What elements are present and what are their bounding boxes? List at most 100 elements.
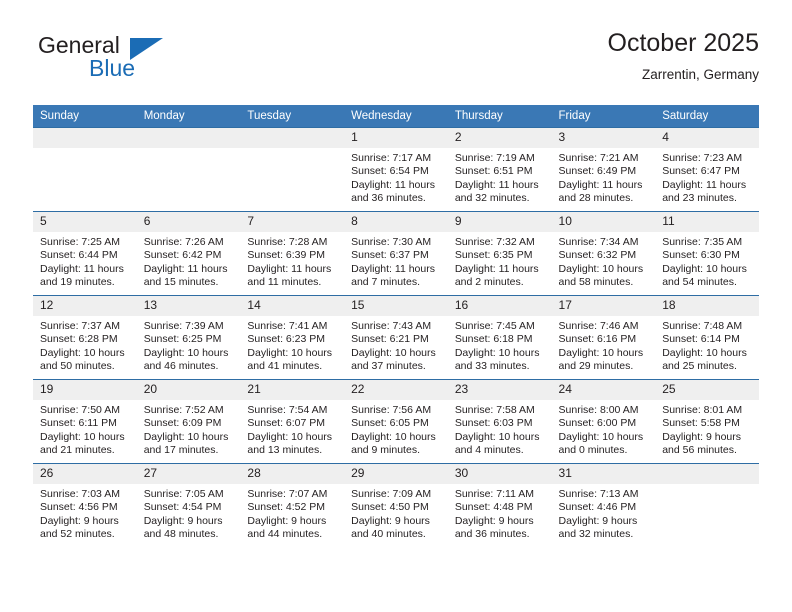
day-sunset-text: Sunset: 6:25 PM [143, 333, 222, 346]
day-daylight-line2-text: and 44 minutes. [247, 528, 323, 541]
day-number: 29 [344, 464, 448, 484]
day-sunset-text: Sunset: 6:16 PM [558, 333, 637, 346]
calendar-day-cell[interactable]: 9 Sunrise: 7:32 AM Sunset: 6:35 PM Daylight… [447, 211, 552, 296]
day-number: 22 [344, 380, 448, 400]
day-daylight-line2-text: and 17 minutes. [143, 444, 219, 457]
day-sunset-text: Sunset: 6:05 PM [351, 417, 429, 430]
day-sunset-text: Sunset: 6:03 PM [454, 417, 533, 430]
calendar-day-cell[interactable]: 31 Sunrise: 7:13 AM Sunset: 4:46 PM Dayligh… [551, 463, 656, 547]
day-daylight-line1-text: Daylight: 10 hours [454, 346, 540, 359]
calendar-day-cell[interactable]: 5 Sunrise: 7:25 AM Sunset: 6:44 PM Daylight… [33, 211, 137, 296]
calendar-day-cell[interactable]: 20 Sunrise: 7:52 AM Sunset: 6:09 PM Dayligh… [136, 379, 241, 464]
day-number: 8 [344, 212, 448, 232]
day-sunset-text: Sunset: 6:42 PM [143, 249, 222, 262]
calendar-day-cell[interactable]: 14 Sunrise: 7:41 AM Sunset: 6:23 PM Dayligh… [240, 295, 345, 380]
day-daylight-line1-text: Daylight: 11 hours [662, 178, 747, 191]
calendar-day-cell[interactable]: 8 Sunrise: 7:30 AM Sunset: 6:37 PM Daylight… [344, 211, 448, 296]
day-daylight-line2-text: and 46 minutes. [143, 360, 219, 373]
calendar-day-cell[interactable]: 17 Sunrise: 7:46 AM Sunset: 6:16 PM Dayligh… [551, 295, 656, 380]
day-number: 31 [551, 464, 656, 484]
day-sunset-text: Sunset: 6:00 PM [558, 417, 637, 430]
title-block: October 2025 Zarrentin, Germany [608, 28, 760, 85]
day-sun-info: Sunrise: 7:41 AM Sunset: 6:23 PM Daylight:… [240, 316, 344, 374]
calendar-day-cell[interactable]: 26 Sunrise: 7:03 AM Sunset: 4:56 PM Dayligh… [33, 463, 137, 547]
weekday-header-thursday: Thursday [447, 105, 552, 128]
calendar-day-cell[interactable]: 4 Sunrise: 7:23 AM Sunset: 6:47 PM Daylight… [655, 127, 759, 212]
calendar-day-cell[interactable]: 13 Sunrise: 7:39 AM Sunset: 6:25 PM Dayligh… [136, 295, 241, 380]
day-daylight-line1-text: Daylight: 9 hours [558, 514, 638, 527]
day-number: 1 [344, 128, 448, 148]
day-sun-info: Sunrise: 7:45 AM Sunset: 6:18 PM Daylight:… [448, 316, 552, 374]
day-number: 9 [447, 212, 552, 232]
day-daylight-line2-text: and 7 minutes. [351, 276, 420, 289]
day-sunrise-text: Sunrise: 7:39 AM [143, 320, 224, 332]
day-sun-info: Sunrise: 7:30 AM Sunset: 6:37 PM Daylight:… [344, 232, 448, 290]
day-sunrise-text: Sunrise: 7:28 AM [247, 236, 328, 248]
day-daylight-line2-text: and 36 minutes. [454, 528, 530, 541]
day-sunset-text: Sunset: 4:46 PM [558, 501, 637, 514]
brand-logo[interactable]: General Blue [33, 28, 263, 94]
calendar-day-cell[interactable]: 22 Sunrise: 7:56 AM Sunset: 6:05 PM Dayligh… [344, 379, 448, 464]
calendar-page: General Blue October 2025 Zarrentin, Ger… [0, 0, 792, 612]
calendar-day-cell[interactable]: 29 Sunrise: 7:09 AM Sunset: 4:50 PM Dayligh… [344, 463, 448, 547]
calendar-day-cell[interactable]: 16 Sunrise: 7:45 AM Sunset: 6:18 PM Dayligh… [447, 295, 552, 380]
day-sunrise-text: Sunrise: 7:09 AM [351, 488, 432, 500]
calendar-day-cell[interactable]: 25 Sunrise: 8:01 AM Sunset: 5:58 PM Dayligh… [655, 379, 759, 464]
day-sunrise-text: Sunrise: 7:17 AM [351, 152, 432, 164]
calendar-day-cell[interactable]: 11 Sunrise: 7:35 AM Sunset: 6:30 PM Dayligh… [655, 211, 759, 296]
day-sun-info: Sunrise: 7:17 AM Sunset: 6:54 PM Daylight:… [344, 148, 448, 206]
calendar-day-cell[interactable]: 2 Sunrise: 7:19 AM Sunset: 6:51 PM Daylight… [447, 127, 552, 212]
day-sunset-text: Sunset: 4:52 PM [247, 501, 326, 514]
day-number: 15 [344, 296, 448, 316]
day-daylight-line2-text: and 40 minutes. [351, 528, 426, 541]
calendar-day-cell[interactable]: 30 Sunrise: 7:11 AM Sunset: 4:48 PM Dayligh… [447, 463, 552, 547]
day-sunrise-text: Sunrise: 7:26 AM [143, 236, 224, 248]
calendar-day-cell[interactable]: 3 Sunrise: 7:21 AM Sunset: 6:49 PM Daylight… [551, 127, 656, 212]
calendar-day-cell[interactable]: 7 Sunrise: 7:28 AM Sunset: 6:39 PM Daylight… [240, 211, 345, 296]
page-subtitle: Zarrentin, Germany [641, 67, 759, 82]
calendar-day-cell[interactable]: 6 Sunrise: 7:26 AM Sunset: 6:42 PM Daylight… [136, 211, 241, 296]
calendar-day-cell[interactable]: 27 Sunrise: 7:05 AM Sunset: 4:54 PM Dayligh… [136, 463, 241, 547]
day-sun-info: Sunrise: 7:05 AM Sunset: 4:54 PM Daylight:… [137, 484, 241, 542]
day-number: 20 [136, 380, 241, 400]
calendar-table: Sunday Monday Tuesday Wednesday Thursday Frid… [33, 105, 759, 547]
day-sun-info: Sunrise: 7:13 AM Sunset: 4:46 PM Daylight:… [552, 484, 656, 542]
day-daylight-line2-text: and 37 minutes. [351, 360, 426, 373]
day-daylight-line2-text: and 21 minutes. [40, 444, 115, 457]
calendar-day-cell[interactable]: 15 Sunrise: 7:43 AM Sunset: 6:21 PM Dayligh… [344, 295, 448, 380]
day-sun-info: Sunrise: 7:26 AM Sunset: 6:42 PM Daylight:… [137, 232, 241, 290]
day-sun-info: Sunrise: 8:00 AM Sunset: 6:00 PM Daylight:… [552, 400, 656, 458]
calendar-day-cell[interactable]: 23 Sunrise: 7:58 AM Sunset: 6:03 PM Dayligh… [447, 379, 552, 464]
calendar-day-cell[interactable]: 24 Sunrise: 8:00 AM Sunset: 6:00 PM Dayligh… [551, 379, 656, 464]
day-sun-info: Sunrise: 7:54 AM Sunset: 6:07 PM Daylight:… [240, 400, 344, 458]
calendar-day-cell[interactable]: 10 Sunrise: 7:34 AM Sunset: 6:32 PM Dayligh… [551, 211, 656, 296]
day-sunrise-text: Sunrise: 7:32 AM [454, 236, 535, 248]
day-sun-info: Sunrise: 7:39 AM Sunset: 6:25 PM Daylight:… [137, 316, 241, 374]
day-sun-info: Sunrise: 7:11 AM Sunset: 4:48 PM Daylight:… [448, 484, 552, 542]
calendar-cell-empty [655, 463, 759, 547]
day-daylight-line1-text: Daylight: 9 hours [662, 430, 742, 443]
day-daylight-line1-text: Daylight: 9 hours [247, 514, 327, 527]
day-sun-info: Sunrise: 7:28 AM Sunset: 6:39 PM Daylight:… [240, 232, 344, 290]
day-sunset-text: Sunset: 4:48 PM [454, 501, 533, 514]
day-daylight-line2-text: and 13 minutes. [247, 444, 323, 457]
day-sun-info: Sunrise: 7:56 AM Sunset: 6:05 PM Daylight:… [344, 400, 448, 458]
day-sunset-text: Sunset: 6:51 PM [454, 165, 533, 178]
calendar-day-cell[interactable]: 28 Sunrise: 7:07 AM Sunset: 4:52 PM Dayligh… [240, 463, 345, 547]
calendar-day-cell[interactable]: 1 Sunrise: 7:17 AM Sunset: 6:54 PM Daylight… [344, 127, 448, 212]
day-daylight-line2-text: and 32 minutes. [454, 192, 530, 205]
calendar-header-row: Sunday Monday Tuesday Wednesday Thursday Frid… [33, 105, 759, 128]
calendar-day-cell[interactable]: 18 Sunrise: 7:48 AM Sunset: 6:14 PM Dayligh… [655, 295, 759, 380]
day-sunrise-text: Sunrise: 7:11 AM [454, 488, 534, 500]
day-sunset-text: Sunset: 6:32 PM [558, 249, 637, 262]
day-daylight-line1-text: Daylight: 10 hours [40, 346, 125, 359]
day-daylight-line1-text: Daylight: 10 hours [454, 430, 540, 443]
day-daylight-line1-text: Daylight: 10 hours [558, 430, 644, 443]
day-number: 16 [447, 296, 552, 316]
weekday-header-sunday: Sunday [33, 105, 137, 128]
day-daylight-line2-text: and 23 minutes. [662, 192, 737, 205]
weekday-header-friday: Friday [551, 105, 656, 128]
calendar-day-cell[interactable]: 21 Sunrise: 7:54 AM Sunset: 6:07 PM Dayligh… [240, 379, 345, 464]
calendar-day-cell[interactable]: 19 Sunrise: 7:50 AM Sunset: 6:11 PM Dayligh… [33, 379, 137, 464]
calendar-day-cell[interactable]: 12 Sunrise: 7:37 AM Sunset: 6:28 PM Dayligh… [33, 295, 137, 380]
